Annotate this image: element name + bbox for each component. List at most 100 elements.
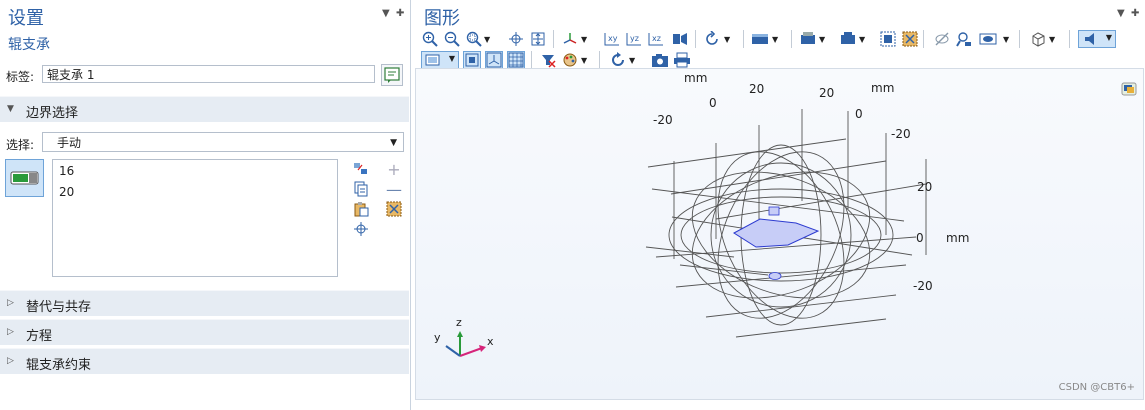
geometry-view bbox=[445, 109, 927, 357]
zoom-to-selection-icon[interactable] bbox=[353, 221, 369, 237]
paste-selection-icon[interactable] bbox=[353, 201, 369, 217]
zoom-extents-icon[interactable] bbox=[529, 30, 547, 48]
image-snapshot-icon[interactable] bbox=[651, 51, 669, 69]
show-edges-toggle[interactable] bbox=[463, 51, 481, 69]
list-item[interactable]: 16 bbox=[59, 164, 74, 178]
pin-icon[interactable]: ✚ bbox=[396, 8, 404, 19]
triad-z-label: z bbox=[456, 316, 462, 329]
expanded-triangle-icon: ▼ bbox=[7, 104, 14, 114]
description-icon bbox=[384, 67, 400, 83]
color-table-icon[interactable] bbox=[561, 51, 579, 69]
section-label: 辊支承约束 bbox=[26, 358, 92, 373]
select-caption: 选择: bbox=[6, 138, 35, 152]
panel-menu-icon[interactable]: ▼ bbox=[382, 8, 390, 19]
view-visibility-icon[interactable] bbox=[979, 30, 997, 48]
chevron-down-icon[interactable]: ▼ bbox=[484, 35, 490, 44]
chevron-down-icon: ▼ bbox=[1105, 33, 1112, 42]
zoom-in-icon[interactable] bbox=[421, 30, 439, 48]
section-label: 替代与共存 bbox=[26, 300, 92, 315]
zoom-selected-icon[interactable] bbox=[507, 30, 525, 48]
tick-label: 20 bbox=[749, 82, 765, 96]
pin-icon[interactable]: ✚ bbox=[1131, 8, 1139, 19]
toolbar-separator bbox=[1069, 30, 1070, 48]
settings-subtitle: 辊支承 bbox=[8, 37, 50, 53]
refresh-icon[interactable] bbox=[609, 51, 627, 69]
graphics-panel: 图形 ▼ ✚ ▼ ▼ xy yz xz ▼ ▼ ▼ ▼ ▼ ▼ ▼ ▼ ▼ ▼ … bbox=[415, 0, 1145, 410]
transparency-icon bbox=[425, 54, 440, 66]
boundary-list[interactable]: 16 20 bbox=[52, 159, 338, 277]
yz-plane-icon[interactable]: yz bbox=[625, 30, 643, 48]
show-axes-toggle[interactable] bbox=[485, 51, 503, 69]
axes-grid-icon bbox=[486, 52, 502, 68]
chevron-down-icon[interactable]: ▼ bbox=[1003, 35, 1009, 44]
toolbar-separator bbox=[553, 30, 554, 48]
zoom-to-selection-icon[interactable] bbox=[879, 30, 897, 48]
axis-unit-label: mm bbox=[946, 231, 970, 245]
xz-plane-icon[interactable]: xz bbox=[647, 30, 665, 48]
copy-selection-icon[interactable] bbox=[353, 181, 369, 197]
settings-title: 设置 bbox=[8, 8, 44, 29]
reset-view-icon[interactable] bbox=[703, 30, 721, 48]
clear-plot-icon[interactable] bbox=[539, 51, 557, 69]
add-icon[interactable]: + bbox=[386, 160, 402, 179]
chevron-down-icon[interactable]: ▼ bbox=[859, 35, 865, 44]
axes-orientation-icon[interactable] bbox=[561, 30, 579, 48]
show-grid-toggle[interactable] bbox=[507, 51, 525, 69]
section-roller-constraint[interactable]: ▷ 辊支承约束 bbox=[0, 348, 409, 374]
toolbar-separator bbox=[743, 30, 744, 48]
scene-light-icon[interactable] bbox=[751, 30, 769, 48]
section-label: 边界选择 bbox=[26, 106, 79, 121]
tick-label: -20 bbox=[913, 279, 933, 293]
wireframe-icon[interactable] bbox=[1029, 30, 1047, 48]
grid-icon bbox=[508, 52, 524, 68]
remove-icon[interactable]: — bbox=[386, 180, 402, 199]
activate-selection-toggle[interactable] bbox=[5, 159, 44, 197]
select-geometric-entities-icon[interactable] bbox=[353, 161, 369, 177]
selection-dropdown[interactable]: 手动 ▼ bbox=[42, 132, 404, 152]
tick-label: 20 bbox=[819, 86, 835, 100]
chevron-down-icon[interactable]: ▼ bbox=[724, 35, 730, 44]
graphics-window-icon[interactable] bbox=[1121, 81, 1137, 97]
section-equation[interactable]: ▷ 方程 bbox=[0, 319, 409, 345]
chevron-down-icon[interactable]: ▼ bbox=[629, 56, 635, 65]
section-boundary-selection[interactable]: ▼ 边界选择 bbox=[0, 96, 409, 122]
label-input[interactable]: 辊支承 1 bbox=[42, 65, 375, 83]
chevron-down-icon: ▼ bbox=[390, 138, 397, 148]
clear-selection-icon[interactable] bbox=[901, 30, 919, 48]
zoom-out-icon[interactable] bbox=[443, 30, 461, 48]
section-alternatives[interactable]: ▷ 替代与共存 bbox=[0, 290, 409, 316]
svg-text:xz: xz bbox=[652, 34, 661, 43]
graphics-canvas[interactable]: mm mm mm -20 0 20 20 0 -20 20 0 -20 z x … bbox=[415, 68, 1144, 400]
chevron-down-icon[interactable]: ▼ bbox=[581, 56, 587, 65]
zoom-box-icon[interactable] bbox=[465, 30, 483, 48]
collapsed-triangle-icon: ▷ bbox=[7, 356, 14, 366]
graphics-title: 图形 bbox=[424, 8, 460, 29]
find-icon[interactable] bbox=[955, 30, 973, 48]
chevron-down-icon[interactable]: ▼ bbox=[581, 35, 587, 44]
chevron-down-icon[interactable]: ▼ bbox=[1049, 35, 1055, 44]
triad-y-label: y bbox=[434, 331, 441, 344]
xy-plane-icon[interactable]: xy bbox=[603, 30, 621, 48]
chevron-down-icon[interactable]: ▼ bbox=[819, 35, 825, 44]
panel-menu-icon[interactable]: ▼ bbox=[1117, 8, 1125, 19]
section-label: 方程 bbox=[26, 329, 53, 344]
clear-selection-icon[interactable] bbox=[386, 201, 402, 217]
print-icon[interactable] bbox=[673, 51, 691, 69]
chevron-down-icon[interactable]: ▼ bbox=[772, 35, 778, 44]
edges-icon bbox=[465, 53, 479, 67]
transparency-toggle[interactable]: ▼ bbox=[421, 51, 459, 69]
hide-icon[interactable] bbox=[933, 30, 951, 48]
watermark: CSDN @CBT6+ bbox=[1058, 382, 1135, 393]
select-box-icon[interactable] bbox=[799, 30, 817, 48]
settings-panel: 设置 ▼ ✚ 辊支承 标签: 辊支承 1 ▼ 边界选择 选择: 手动 ▼ 16 … bbox=[0, 0, 411, 410]
list-item[interactable]: 20 bbox=[59, 185, 74, 199]
axis-unit-label: mm bbox=[871, 81, 895, 95]
label-description-button[interactable] bbox=[381, 64, 403, 86]
axis-unit-label: mm bbox=[684, 71, 708, 85]
perspective-icon[interactable] bbox=[671, 30, 689, 48]
toolbar-separator bbox=[531, 51, 532, 69]
select-all-icon[interactable] bbox=[839, 30, 857, 48]
chevron-down-icon: ▼ bbox=[448, 54, 455, 63]
label-caption: 标签: bbox=[6, 70, 35, 84]
graphics-highlight-toggle[interactable]: ▼ bbox=[1078, 30, 1116, 48]
